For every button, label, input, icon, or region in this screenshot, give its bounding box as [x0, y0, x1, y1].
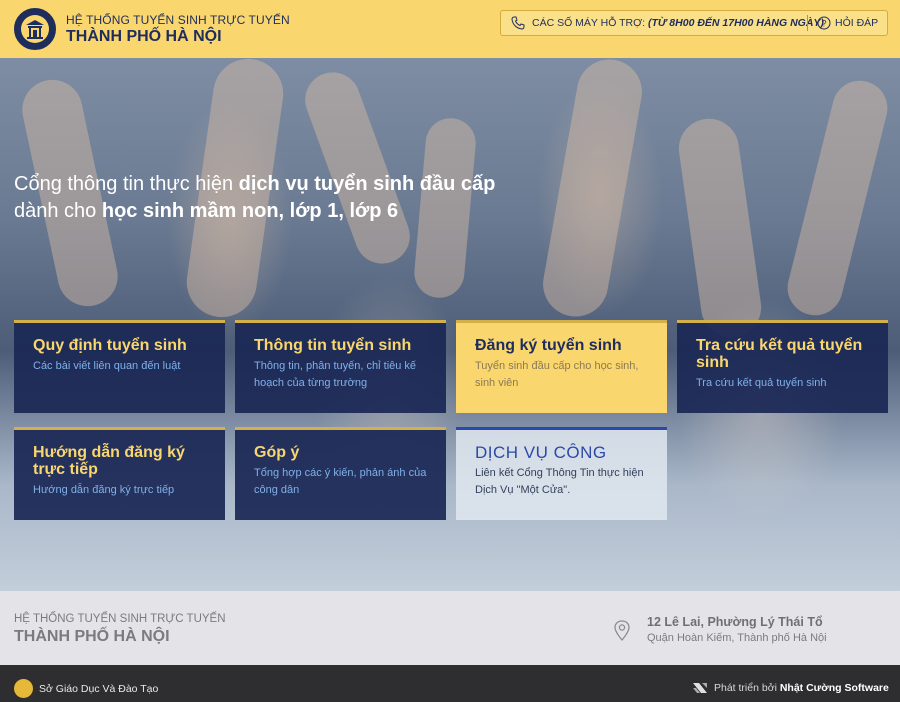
- hero-line1-plain: Cổng thông tin thực hiện: [14, 173, 239, 195]
- developer-logo-icon: [693, 683, 707, 693]
- tile-desc: Tổng hợp các ý kiến, phản ánh của công d…: [254, 467, 427, 496]
- address-line2: Quận Hoàn Kiếm, Thành phố Hà Nội: [647, 632, 827, 644]
- support-bar: CÁC SỐ MÁY HỖ TRỢ: (TỪ 8H00 ĐẾN 17H00 HÀ…: [500, 10, 888, 36]
- hero-line2-plain: dành cho: [14, 200, 102, 222]
- brand-subtitle: HỆ THỐNG TUYỂN SINH TRỰC TUYẾN: [66, 13, 290, 27]
- help-circle-icon: ?: [817, 16, 831, 30]
- tile-desc: Liên kết Cổng Thông Tin thực hiện Dịch V…: [475, 467, 644, 496]
- tile-title: Thông tin tuyển sinh: [254, 337, 412, 354]
- developed-by-label: Phát triển bởi: [714, 682, 780, 694]
- tile-title: Đăng ký tuyển sinh: [475, 337, 622, 354]
- tile-tra-cuu-ket-qua[interactable]: Tra cứu kết quả tuyển sinh Tra cứu kết q…: [677, 320, 888, 413]
- tile-title: Quy định tuyển sinh: [33, 337, 187, 354]
- brand-title[interactable]: THÀNH PHỐ HÀ NỘI: [66, 28, 222, 46]
- developer-credit[interactable]: Phát triển bởi Nhật Cường Software: [714, 682, 889, 694]
- footer-brand-subtitle: HỆ THỐNG TUYỂN SINH TRỰC TUYẾN: [14, 613, 226, 625]
- tile-dang-ky-tuyen-sinh[interactable]: Đăng ký tuyển sinh Tuyển sinh đầu cấp ch…: [456, 320, 667, 413]
- site-footer: HỆ THỐNG TUYỂN SINH TRỰC TUYẾN THÀNH PHỐ…: [0, 591, 900, 665]
- tile-quy-dinh-tuyen-sinh[interactable]: Quy định tuyển sinh Các bài viết liên qu…: [14, 320, 225, 413]
- developer-name: Nhật Cường Software: [779, 682, 889, 694]
- tile-title: DỊCH VỤ CÔNG: [475, 443, 607, 462]
- tile-title: Góp ý: [254, 444, 300, 461]
- support-phones-label[interactable]: CÁC SỐ MÁY HỖ TRỢ: (TỪ 8H00 ĐẾN 17H00 HÀ…: [532, 17, 824, 29]
- department-logo-icon: [14, 679, 33, 698]
- tile-title: Tra cứu kết quả tuyển sinh: [696, 337, 863, 371]
- tile-thong-tin-tuyen-sinh[interactable]: Thông tin tuyển sinh Thông tin, phân tuy…: [235, 320, 446, 413]
- phone-icon: [511, 16, 525, 30]
- footer-brand-title: THÀNH PHỐ HÀ NỘI: [14, 628, 170, 645]
- tile-desc: Tra cứu kết quả tuyển sinh: [696, 377, 827, 389]
- faq-link[interactable]: HỎI ĐÁP: [835, 17, 878, 29]
- tile-desc: Tuyển sinh đầu cấp cho học sinh, sinh vi…: [475, 360, 639, 389]
- tile-dich-vu-cong[interactable]: DỊCH VỤ CÔNG Liên kết Cổng Thông Tin thự…: [456, 427, 667, 520]
- tile-desc: Hướng dẫn đăng ký trực tiếp: [33, 484, 175, 496]
- address-line1: 12 Lê Lai, Phường Lý Thái Tổ: [647, 615, 823, 629]
- svg-text:?: ?: [821, 18, 826, 28]
- location-pin-icon: [614, 620, 630, 641]
- hero-headline: Cổng thông tin thực hiện dịch vụ tuyển s…: [14, 171, 495, 225]
- tile-huong-dan-dang-ky[interactable]: Hướng dẫn đăng ký trực tiếp Hướng dẫn đă…: [14, 427, 225, 520]
- tile-desc: Các bài viết liên quan đến luật: [33, 360, 181, 372]
- tile-gop-y[interactable]: Góp ý Tổng hợp các ý kiến, phản ánh của …: [235, 427, 446, 520]
- support-hours: (TỪ 8H00 ĐẾN 17H00 HÀNG NGÀY): [647, 17, 824, 29]
- site-header: HỆ THỐNG TUYỂN SINH TRỰC TUYẾN THÀNH PHỐ…: [0, 0, 900, 58]
- hero-line2-bold: học sinh mầm non, lớp 1, lớp 6: [101, 200, 399, 222]
- logo-icon[interactable]: [14, 8, 56, 50]
- department-link[interactable]: Sở Giáo Dục Và Đào Tạo: [39, 683, 158, 695]
- hero-line1-bold: dịch vụ tuyển sinh đầu cấp: [238, 173, 496, 195]
- support-divider: [807, 15, 808, 31]
- support-label: CÁC SỐ MÁY HỖ TRỢ:: [532, 17, 646, 29]
- tile-desc: Thông tin, phân tuyến, chỉ tiêu kế hoạch…: [254, 360, 417, 389]
- tile-title: Hướng dẫn đăng ký trực tiếp: [33, 444, 185, 478]
